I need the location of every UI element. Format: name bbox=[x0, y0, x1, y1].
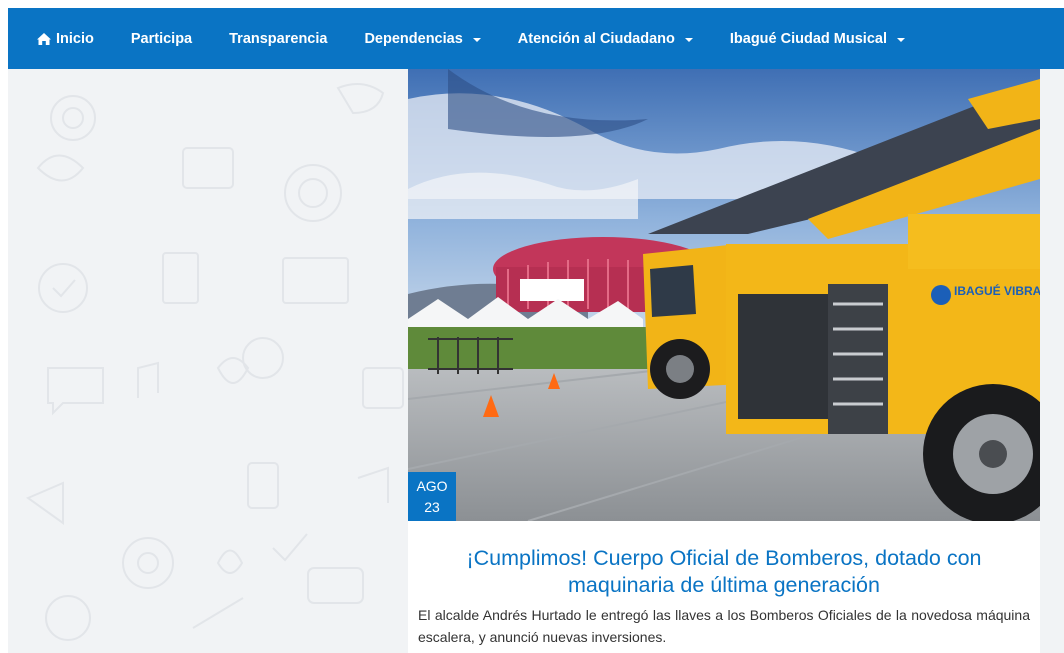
nav-label: Inicio bbox=[56, 30, 94, 47]
nav-item-ibague-ciudad-musical[interactable]: Ibagué Ciudad Musical bbox=[730, 31, 905, 47]
nav-label: Transparencia bbox=[229, 30, 328, 47]
date-badge: AGO 23 bbox=[408, 472, 456, 521]
article-hero-image[interactable]: IBAGUÉ VIBRA AGO 23 bbox=[408, 69, 1040, 521]
home-icon bbox=[36, 32, 52, 46]
nav-item-dependencias[interactable]: Dependencias bbox=[364, 30, 481, 47]
nav-label: Dependencias bbox=[364, 30, 463, 47]
caret-down-icon bbox=[472, 37, 481, 42]
date-month: AGO bbox=[416, 477, 448, 494]
news-article-card: IBAGUÉ VIBRA AGO 23 ¡Cumplimos! Cuerpo O… bbox=[408, 69, 1040, 653]
nav-item-inicio[interactable]: Inicio bbox=[36, 31, 94, 47]
caret-down-icon bbox=[684, 37, 693, 42]
nav-item-transparencia[interactable]: Transparencia bbox=[229, 31, 327, 47]
fire-truck-photo: IBAGUÉ VIBRA bbox=[408, 69, 1040, 521]
nav-label: Participa bbox=[130, 30, 193, 47]
article-title[interactable]: ¡Cumplimos! Cuerpo Oficial de Bomberos, … bbox=[426, 545, 1022, 599]
caret-down-icon bbox=[896, 37, 905, 42]
article-summary: El alcalde Andrés Hurtado le entregó las… bbox=[418, 607, 1030, 645]
main-navbar: Inicio Participa Transparencia Dependenc… bbox=[8, 8, 1064, 69]
date-day: 23 bbox=[424, 498, 440, 515]
nav-label: Ibagué Ciudad Musical bbox=[729, 30, 887, 47]
nav-item-atencion-ciudadano[interactable]: Atención al Ciudadano bbox=[518, 31, 693, 47]
truck-logo-text: IBAGUÉ VIBRA bbox=[954, 283, 1040, 298]
nav-label: Atención al Ciudadano bbox=[517, 30, 675, 47]
nav-item-participa[interactable]: Participa bbox=[131, 31, 192, 47]
